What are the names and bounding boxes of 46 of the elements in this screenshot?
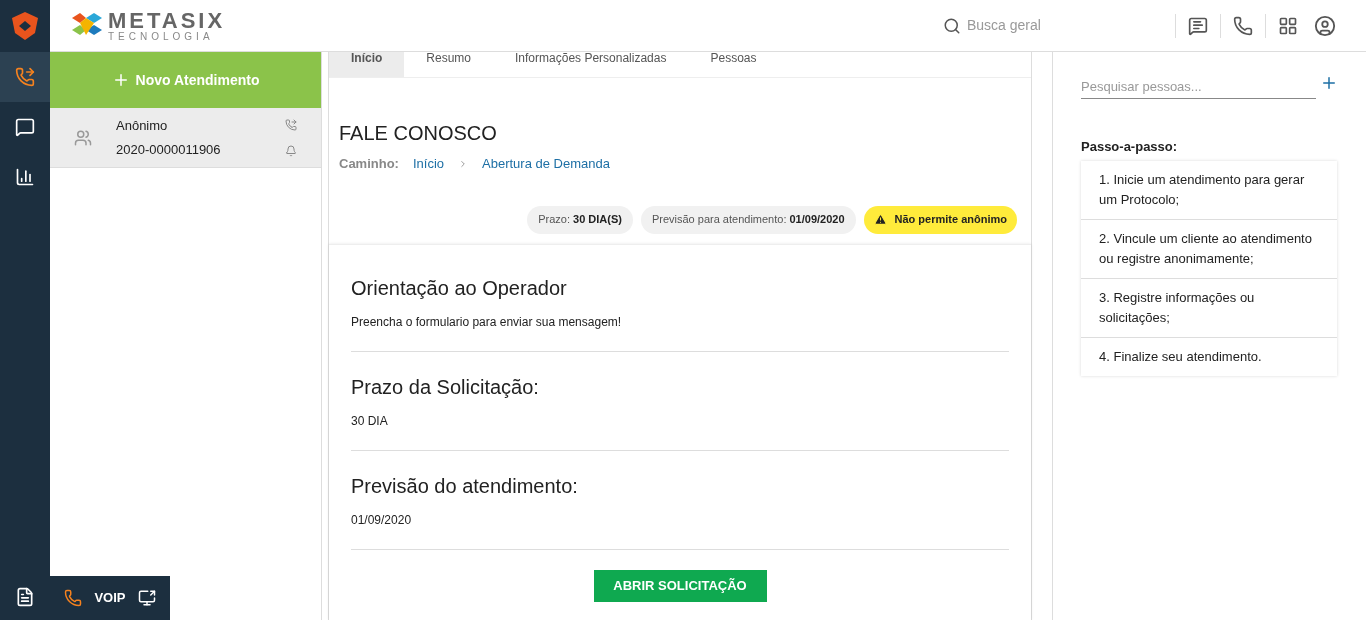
tab[interactable]: Informações Personalizadas <box>493 52 689 77</box>
breadcrumb-link[interactable]: Início <box>412 154 445 174</box>
phone-icon <box>64 589 83 607</box>
step-item: 4. Finalize seu atendimento. <box>1081 336 1337 376</box>
protocol-number: 2020-0000011906 <box>116 140 222 159</box>
brand-name: METASIX <box>108 9 226 32</box>
info-badge: Prazo: 30 DIA(S) <box>527 205 633 234</box>
phone-button[interactable] <box>1233 15 1253 36</box>
add-button[interactable] <box>1320 74 1338 92</box>
step-item: 2. Vincule um cliente ao atendimento ou registre anonimamente; <box>1081 218 1337 278</box>
section-title: Prazo da Solicitação: <box>351 374 540 400</box>
screen-share-icon[interactable] <box>137 589 156 607</box>
page-title: FALE CONOSCO <box>339 121 498 146</box>
people-search-field[interactable]: Pesquisar pessoas... <box>1081 75 1316 99</box>
document-icon <box>15 587 35 607</box>
section-title: Orientação ao Operador <box>351 275 568 301</box>
brand-subtitle: TECNOLOGIA <box>108 31 215 42</box>
phone-icon <box>15 67 35 87</box>
path-label: Caminho: <box>339 155 399 173</box>
logo-icon <box>11 11 39 41</box>
step-item: 1. Inicie um atendimento para gerar um Protocolo; <box>1098 170 1306 209</box>
account-button[interactable] <box>1314 14 1336 37</box>
step-item: 3. Registre informações ou solicitações; <box>1081 277 1337 337</box>
info-badge: Previsão para atendimento: 01/09/2020 <box>640 205 856 234</box>
phone-icon <box>285 118 297 131</box>
bell-icon <box>285 144 297 157</box>
search-field[interactable]: Busca geral <box>967 15 1147 36</box>
voip-label: VOIP <box>94 589 126 608</box>
message-button[interactable] <box>1188 15 1208 36</box>
caller-name: Anônimo <box>116 117 169 135</box>
section-title: Previsão do atendimento: <box>351 473 579 499</box>
search-icon <box>943 16 961 35</box>
grid-button[interactable] <box>1278 15 1298 36</box>
bar-chart-icon <box>15 167 35 187</box>
warning-badge: Não permite anônimo <box>863 205 1017 234</box>
steps-title: Passo-a-passo: <box>1081 138 1179 156</box>
section-text: Preencha o formulario para enviar sua mensagem! <box>351 313 623 331</box>
people-icon <box>74 128 92 147</box>
tab[interactable]: Início <box>329 52 405 77</box>
tab[interactable]: Resumo <box>404 52 494 77</box>
breadcrumb-link[interactable]: Abertura de Demanda <box>482 154 610 174</box>
chat-icon <box>15 117 35 137</box>
section-text: 01/09/2020 <box>351 511 413 529</box>
queue-item[interactable]: Anônimo 2020-0000011906 <box>50 108 321 168</box>
section-text: 30 DIA <box>351 412 389 430</box>
tab[interactable]: Pessoas <box>688 52 779 77</box>
